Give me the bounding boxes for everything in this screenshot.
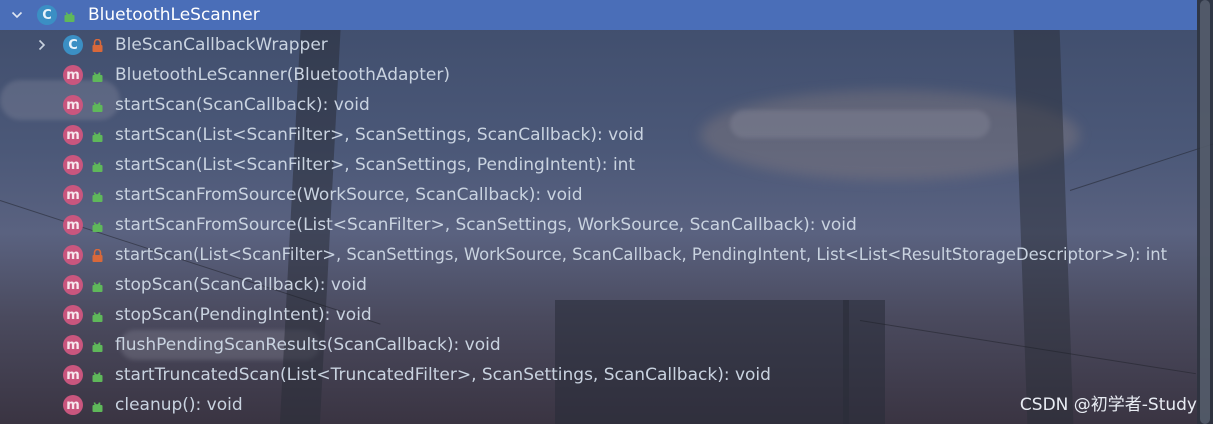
tree-item[interactable]: m cleanup(): void (0, 390, 1197, 420)
method-icon: m (63, 215, 83, 235)
method-icon: m (63, 95, 83, 115)
method-icon: m (63, 245, 83, 265)
unlocked-padlock-icon (92, 192, 103, 202)
tree-item[interactable]: m BluetoothLeScanner(BluetoothAdapter) (0, 60, 1197, 90)
tree-item-label: BleScanCallbackWrapper (115, 35, 328, 55)
watermark: CSDN @初学者-Study (1019, 395, 1197, 415)
class-icon: C (37, 5, 57, 25)
method-icon: m (63, 65, 83, 85)
tree-item-label: startScanFromSource(WorkSource, ScanCall… (115, 185, 583, 205)
tree-item[interactable]: C BleScanCallbackWrapper (0, 30, 1197, 60)
locked-padlock-icon (92, 39, 103, 52)
chevron-right-icon[interactable] (36, 39, 48, 51)
tree-item-label: BluetoothLeScanner(BluetoothAdapter) (115, 65, 450, 85)
structure-tree: C BluetoothLeScanner C BleScanCallbackWr… (0, 0, 1197, 420)
tree-item-label: startScan(ScanCallback): void (115, 95, 370, 115)
unlocked-padlock-icon (92, 132, 103, 142)
tree-item-label: stopScan(PendingIntent): void (115, 305, 372, 325)
tree-item[interactable]: m startScanFromSource(WorkSource, ScanCa… (0, 180, 1197, 210)
tree-item-label: startScan(List<ScanFilter>, ScanSettings… (115, 155, 636, 175)
tree-item-label: startScanFromSource(List<ScanFilter>, Sc… (115, 215, 857, 235)
unlocked-padlock-icon (92, 372, 103, 382)
tree-item[interactable]: m startScan(List<ScanFilter>, ScanSettin… (0, 150, 1197, 180)
tree-item[interactable]: m flushPendingScanResults(ScanCallback):… (0, 330, 1197, 360)
tree-item-label: flushPendingScanResults(ScanCallback): v… (115, 335, 501, 355)
tree-item[interactable]: m startScan(List<ScanFilter>, ScanSettin… (0, 240, 1197, 270)
class-icon: C (63, 35, 83, 55)
tree-item-label: stopScan(ScanCallback): void (115, 275, 367, 295)
unlocked-padlock-icon (92, 72, 103, 82)
method-icon: m (63, 335, 83, 355)
tree-root-row[interactable]: C BluetoothLeScanner (0, 0, 1197, 30)
unlocked-padlock-icon (92, 312, 103, 322)
locked-padlock-icon (92, 249, 103, 262)
unlocked-padlock-icon (92, 162, 103, 172)
chevron-down-icon[interactable] (11, 9, 23, 21)
unlocked-padlock-icon (64, 12, 75, 22)
tree-item-label: cleanup(): void (115, 395, 243, 415)
unlocked-padlock-icon (92, 222, 103, 232)
unlocked-padlock-icon (92, 282, 103, 292)
unlocked-padlock-icon (92, 342, 103, 352)
tree-item[interactable]: m startScan(List<ScanFilter>, ScanSettin… (0, 120, 1197, 150)
method-icon: m (63, 275, 83, 295)
tree-item-label: startTruncatedScan(List<TruncatedFilter>… (115, 365, 771, 385)
method-icon: m (63, 365, 83, 385)
method-icon: m (63, 155, 83, 175)
unlocked-padlock-icon (92, 402, 103, 412)
unlocked-padlock-icon (92, 102, 103, 112)
vertical-scrollbar[interactable] (1197, 0, 1213, 424)
method-icon: m (63, 125, 83, 145)
method-icon: m (63, 185, 83, 205)
tree-item-label: startScan(List<ScanFilter>, ScanSettings… (115, 245, 1168, 264)
tree-item[interactable]: m stopScan(ScanCallback): void (0, 270, 1197, 300)
scrollbar-thumb[interactable] (1200, 0, 1210, 424)
tree-item[interactable]: m startScanFromSource(List<ScanFilter>, … (0, 210, 1197, 240)
method-icon: m (63, 305, 83, 325)
tree-item-label: startScan(List<ScanFilter>, ScanSettings… (115, 125, 645, 145)
tree-item[interactable]: m startTruncatedScan(List<TruncatedFilte… (0, 360, 1197, 390)
tree-item[interactable]: m startScan(ScanCallback): void (0, 90, 1197, 120)
tree-item[interactable]: m stopScan(PendingIntent): void (0, 300, 1197, 330)
tree-root-label: BluetoothLeScanner (88, 5, 260, 25)
method-icon: m (63, 395, 83, 415)
